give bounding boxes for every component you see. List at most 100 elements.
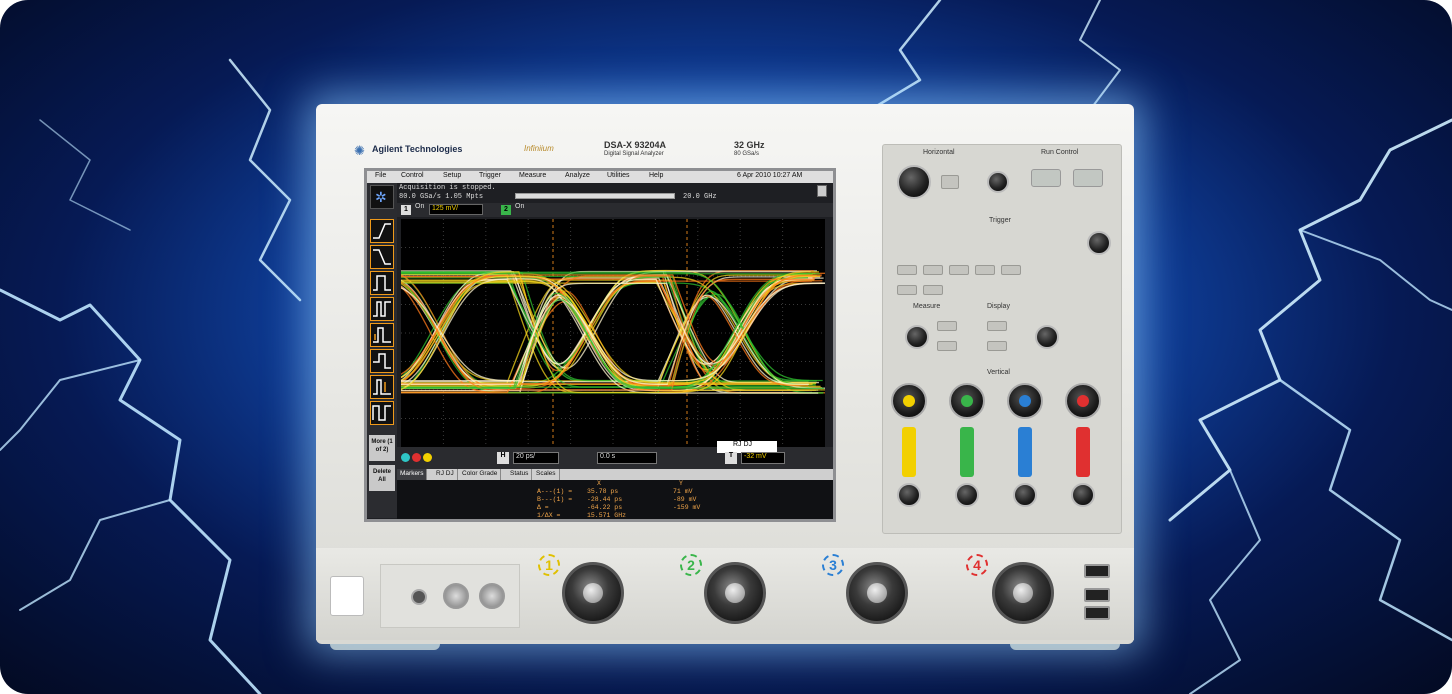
trigger-falling-edge-icon[interactable] [370, 245, 394, 269]
marker-readout-panel: X Y A---(1) = 35.78 ps 71 mV B---(1) = -… [397, 480, 833, 519]
trigger-level[interactable]: -32 mV [741, 452, 785, 464]
lightning-bolt [19, 499, 171, 611]
marker-b-y: -89 mV [673, 496, 697, 503]
lightning-bolt [1299, 229, 1452, 311]
usb-port-2[interactable] [1084, 588, 1110, 602]
display-button-2[interactable] [987, 341, 1007, 351]
channel-color-buttons[interactable] [401, 453, 441, 463]
lightning-bolt [0, 288, 262, 694]
channel-3-label: 3 [822, 554, 844, 576]
minimize-button[interactable] [817, 185, 827, 197]
panel-button[interactable] [897, 285, 917, 295]
trigger-pattern-icon[interactable] [370, 401, 394, 425]
memory-bar [515, 193, 675, 199]
menu-utilities[interactable]: Utilities [607, 172, 630, 179]
measure-button[interactable] [937, 321, 957, 331]
channel-2-input[interactable] [704, 562, 766, 624]
marker-delta-label: Δ = [537, 504, 549, 511]
channel-3-input[interactable] [846, 562, 908, 624]
channel-1-state[interactable]: On [415, 203, 424, 210]
horizontal-icon: H [497, 452, 509, 464]
menu-help[interactable]: Help [649, 172, 663, 179]
menu-analyze[interactable]: Analyze [565, 172, 590, 179]
timebase-controls: H 20 ps/ 0.0 s RJ DJ T -32 mV [397, 441, 833, 469]
channel-4-input[interactable] [992, 562, 1054, 624]
channel-1-input[interactable] [562, 562, 624, 624]
usb-port-1[interactable] [1084, 564, 1110, 578]
timebase-scale[interactable]: 20 ps/ [513, 452, 559, 464]
cal-connector[interactable] [443, 583, 469, 609]
display-label: Display [987, 303, 1010, 310]
channel-2-box[interactable]: 2 [501, 205, 511, 215]
status-stopped: Acquisition is stopped. [399, 184, 496, 192]
usb-port-3[interactable] [1084, 606, 1110, 620]
channel-1-offset-knob[interactable] [897, 483, 921, 507]
single-button[interactable] [1073, 169, 1103, 187]
panel-button[interactable] [1001, 265, 1021, 275]
marker-delta-x: -64.22 ps [587, 504, 623, 511]
delete-all-button[interactable]: Delete All [369, 465, 395, 491]
marker-a-label: A---(1) = [537, 488, 573, 495]
channel-2-state[interactable]: On [515, 203, 524, 210]
channel-1-scale[interactable]: 125 mV/ [429, 204, 483, 215]
trigger-window-icon[interactable] [370, 375, 394, 399]
tab-rj-dj[interactable]: RJ DJ [433, 469, 458, 480]
menu-measure[interactable]: Measure [519, 172, 546, 179]
panel-button[interactable] [923, 265, 943, 275]
marker-b-label: B---(1) = [537, 496, 573, 503]
menu-trigger[interactable]: Trigger [479, 172, 501, 179]
channel-1-scale-knob[interactable] [891, 383, 927, 419]
tool-sidebar: ✲ More (1 of 2) Delete All [367, 183, 397, 518]
trigger-rising-edge-icon[interactable] [370, 219, 394, 243]
channel-4-label: 4 [966, 554, 988, 576]
display-screen: File Control Setup Trigger Measure Analy… [352, 168, 836, 522]
trigger-runt-icon[interactable] [370, 323, 394, 347]
tab-color-grade[interactable]: Color Grade [459, 469, 502, 480]
channel-3-scale-knob[interactable] [1007, 383, 1043, 419]
tab-status[interactable]: Status [507, 469, 533, 480]
channel-1-box[interactable]: 1 [401, 205, 411, 215]
oscilloscope-body: ✺ Agilent Technologies Infiniium DSA-X 9… [316, 104, 1134, 644]
horizontal-position-knob[interactable] [987, 171, 1009, 193]
channel-4-scale-knob[interactable] [1065, 383, 1101, 419]
channel-2-offset-knob[interactable] [955, 483, 979, 507]
channel-3-offset-knob[interactable] [1013, 483, 1037, 507]
tab-markers[interactable]: Markers [397, 469, 428, 480]
status-sample-rate: 80.0 GSa/s 1.05 Mpts [399, 193, 484, 201]
run-stop-button[interactable] [1031, 169, 1061, 187]
marker-freq-label: 1/ΔX = [537, 512, 561, 519]
channel-2-scale-knob[interactable] [949, 383, 985, 419]
panel-button[interactable] [949, 265, 969, 275]
more-button[interactable]: More (1 of 2) [369, 435, 395, 461]
lightning-bolt [868, 0, 942, 112]
markers-button[interactable] [937, 341, 957, 351]
tab-scales[interactable]: Scales [533, 469, 560, 480]
panel-button[interactable] [975, 265, 995, 275]
menu-control[interactable]: Control [401, 172, 424, 179]
measurement-tabs: Markers RJ DJ Color Grade Status Scales [397, 469, 833, 480]
trigger-pulse-icon[interactable] [370, 271, 394, 295]
bandwidth-spec: 32 GHz [734, 140, 765, 150]
panel-button[interactable] [897, 265, 917, 275]
aux-out-connector[interactable] [411, 589, 427, 605]
delay-readout[interactable]: 0.0 s [597, 452, 657, 464]
horizontal-scale-knob[interactable] [897, 165, 931, 199]
channel-4-offset-knob[interactable] [1071, 483, 1095, 507]
menu-setup[interactable]: Setup [443, 172, 461, 179]
toolbar-icon[interactable]: ✲ [370, 185, 394, 209]
panel-button[interactable] [923, 285, 943, 295]
marker-header-x: X [597, 480, 601, 487]
trigger-timeout-icon[interactable] [370, 349, 394, 373]
trigger-glitch-icon[interactable] [370, 297, 394, 321]
display-button[interactable] [987, 321, 1007, 331]
acquisition-status: Acquisition is stopped. 80.0 GSa/s 1.05 … [397, 183, 827, 203]
trigger-level-knob[interactable] [1087, 231, 1111, 255]
menu-file[interactable]: File [375, 172, 386, 179]
probe-comp-connector[interactable] [479, 583, 505, 609]
branding-row: ✺ Agilent Technologies Infiniium DSA-X 9… [354, 140, 874, 164]
intensity-knob[interactable] [1035, 325, 1059, 349]
zoom-button[interactable] [941, 175, 959, 189]
power-button[interactable] [330, 576, 364, 616]
channel-settings-row: 1 On 125 mV/ 2 On [397, 203, 833, 217]
measure-knob[interactable] [905, 325, 929, 349]
